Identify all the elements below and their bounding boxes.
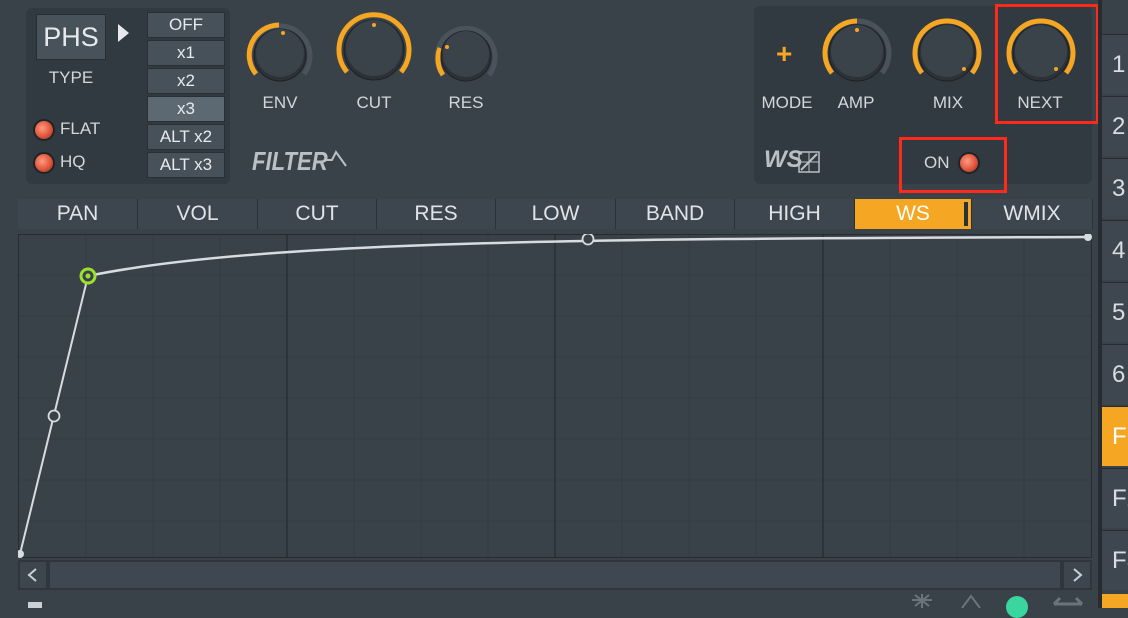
flat-led[interactable] xyxy=(33,119,55,141)
hq-led[interactable] xyxy=(33,152,55,174)
oversample-off[interactable]: OFF xyxy=(147,12,225,38)
filter-title: FILTER xyxy=(252,146,328,176)
on-highlight-box xyxy=(899,137,1007,193)
oversample-x3[interactable]: x3 xyxy=(147,96,225,122)
snowflake-icon[interactable] xyxy=(908,594,936,608)
chevron-right-icon xyxy=(1073,568,1083,582)
tab-low[interactable]: LOW xyxy=(496,199,616,229)
scroll-right-button[interactable] xyxy=(1064,562,1090,588)
ws-title: WS xyxy=(764,146,803,173)
oversample-x2[interactable]: x2 xyxy=(147,68,225,94)
oversample-alt-x2[interactable]: ALT x2 xyxy=(147,124,225,150)
type-selector[interactable]: PHS xyxy=(36,14,106,60)
tab-vol[interactable]: VOL xyxy=(138,199,258,229)
cut-knob[interactable] xyxy=(332,8,416,92)
env-knob[interactable] xyxy=(243,18,317,92)
scroll-thumb[interactable] xyxy=(50,562,1060,588)
amp-label: AMP xyxy=(837,93,875,112)
tab-pan[interactable]: PAN xyxy=(18,199,138,229)
tab-res[interactable]: RES xyxy=(377,199,496,229)
env-label: ENV xyxy=(262,93,298,112)
slot-6[interactable]: 6 xyxy=(1102,344,1128,404)
slot-1[interactable]: 1 xyxy=(1102,34,1128,94)
amp-knob[interactable] xyxy=(818,14,896,92)
bottom-left-handle[interactable] xyxy=(28,602,42,608)
slot-f3[interactable]: F3 xyxy=(1102,530,1128,590)
status-dot-icon xyxy=(1006,596,1028,618)
oversample-alt-x3[interactable]: ALT x3 xyxy=(147,152,225,178)
tab-cut[interactable]: CUT xyxy=(258,199,377,229)
slot-5[interactable]: 5 xyxy=(1102,282,1128,342)
tab-ws-marker xyxy=(964,202,968,226)
waveshape-editor[interactable] xyxy=(18,234,1092,558)
next-highlight-box xyxy=(995,4,1099,124)
slot-2[interactable]: 2 xyxy=(1102,96,1128,156)
tab-wmix[interactable]: WMIX xyxy=(972,199,1093,229)
chevron-left-icon xyxy=(27,568,37,582)
ws-shape-icon xyxy=(798,151,820,173)
mix-knob[interactable] xyxy=(908,14,986,92)
oversample-x1[interactable]: x1 xyxy=(147,40,225,66)
tab-high[interactable]: HIGH xyxy=(735,199,855,229)
cut-label: CUT xyxy=(356,93,392,112)
type-label: TYPE xyxy=(48,68,94,87)
scroll-left-button[interactable] xyxy=(20,562,46,588)
hq-label: HQ xyxy=(60,152,86,171)
mix-label: MIX xyxy=(932,93,964,112)
type-next-arrow-icon[interactable] xyxy=(118,24,129,42)
mode-plus-icon[interactable]: + xyxy=(776,38,792,70)
flat-label: FLAT xyxy=(60,119,101,138)
filter-shape-icon xyxy=(324,150,347,167)
tab-ws[interactable]: WS xyxy=(855,199,972,229)
mode-label: MODE xyxy=(761,93,813,112)
slot-3[interactable]: 3 xyxy=(1102,158,1128,218)
slot-next-edge xyxy=(1102,594,1128,608)
tab-band[interactable]: BAND xyxy=(616,199,735,229)
res-knob[interactable] xyxy=(430,20,502,92)
slot-f1[interactable]: F1 xyxy=(1102,406,1128,466)
shape-tool-icon[interactable] xyxy=(958,594,984,608)
slot-f2[interactable]: F2 xyxy=(1102,468,1128,528)
slot-4[interactable]: 4 xyxy=(1102,220,1128,280)
res-label: RES xyxy=(448,93,484,112)
link-arrows-icon[interactable] xyxy=(1052,594,1084,608)
